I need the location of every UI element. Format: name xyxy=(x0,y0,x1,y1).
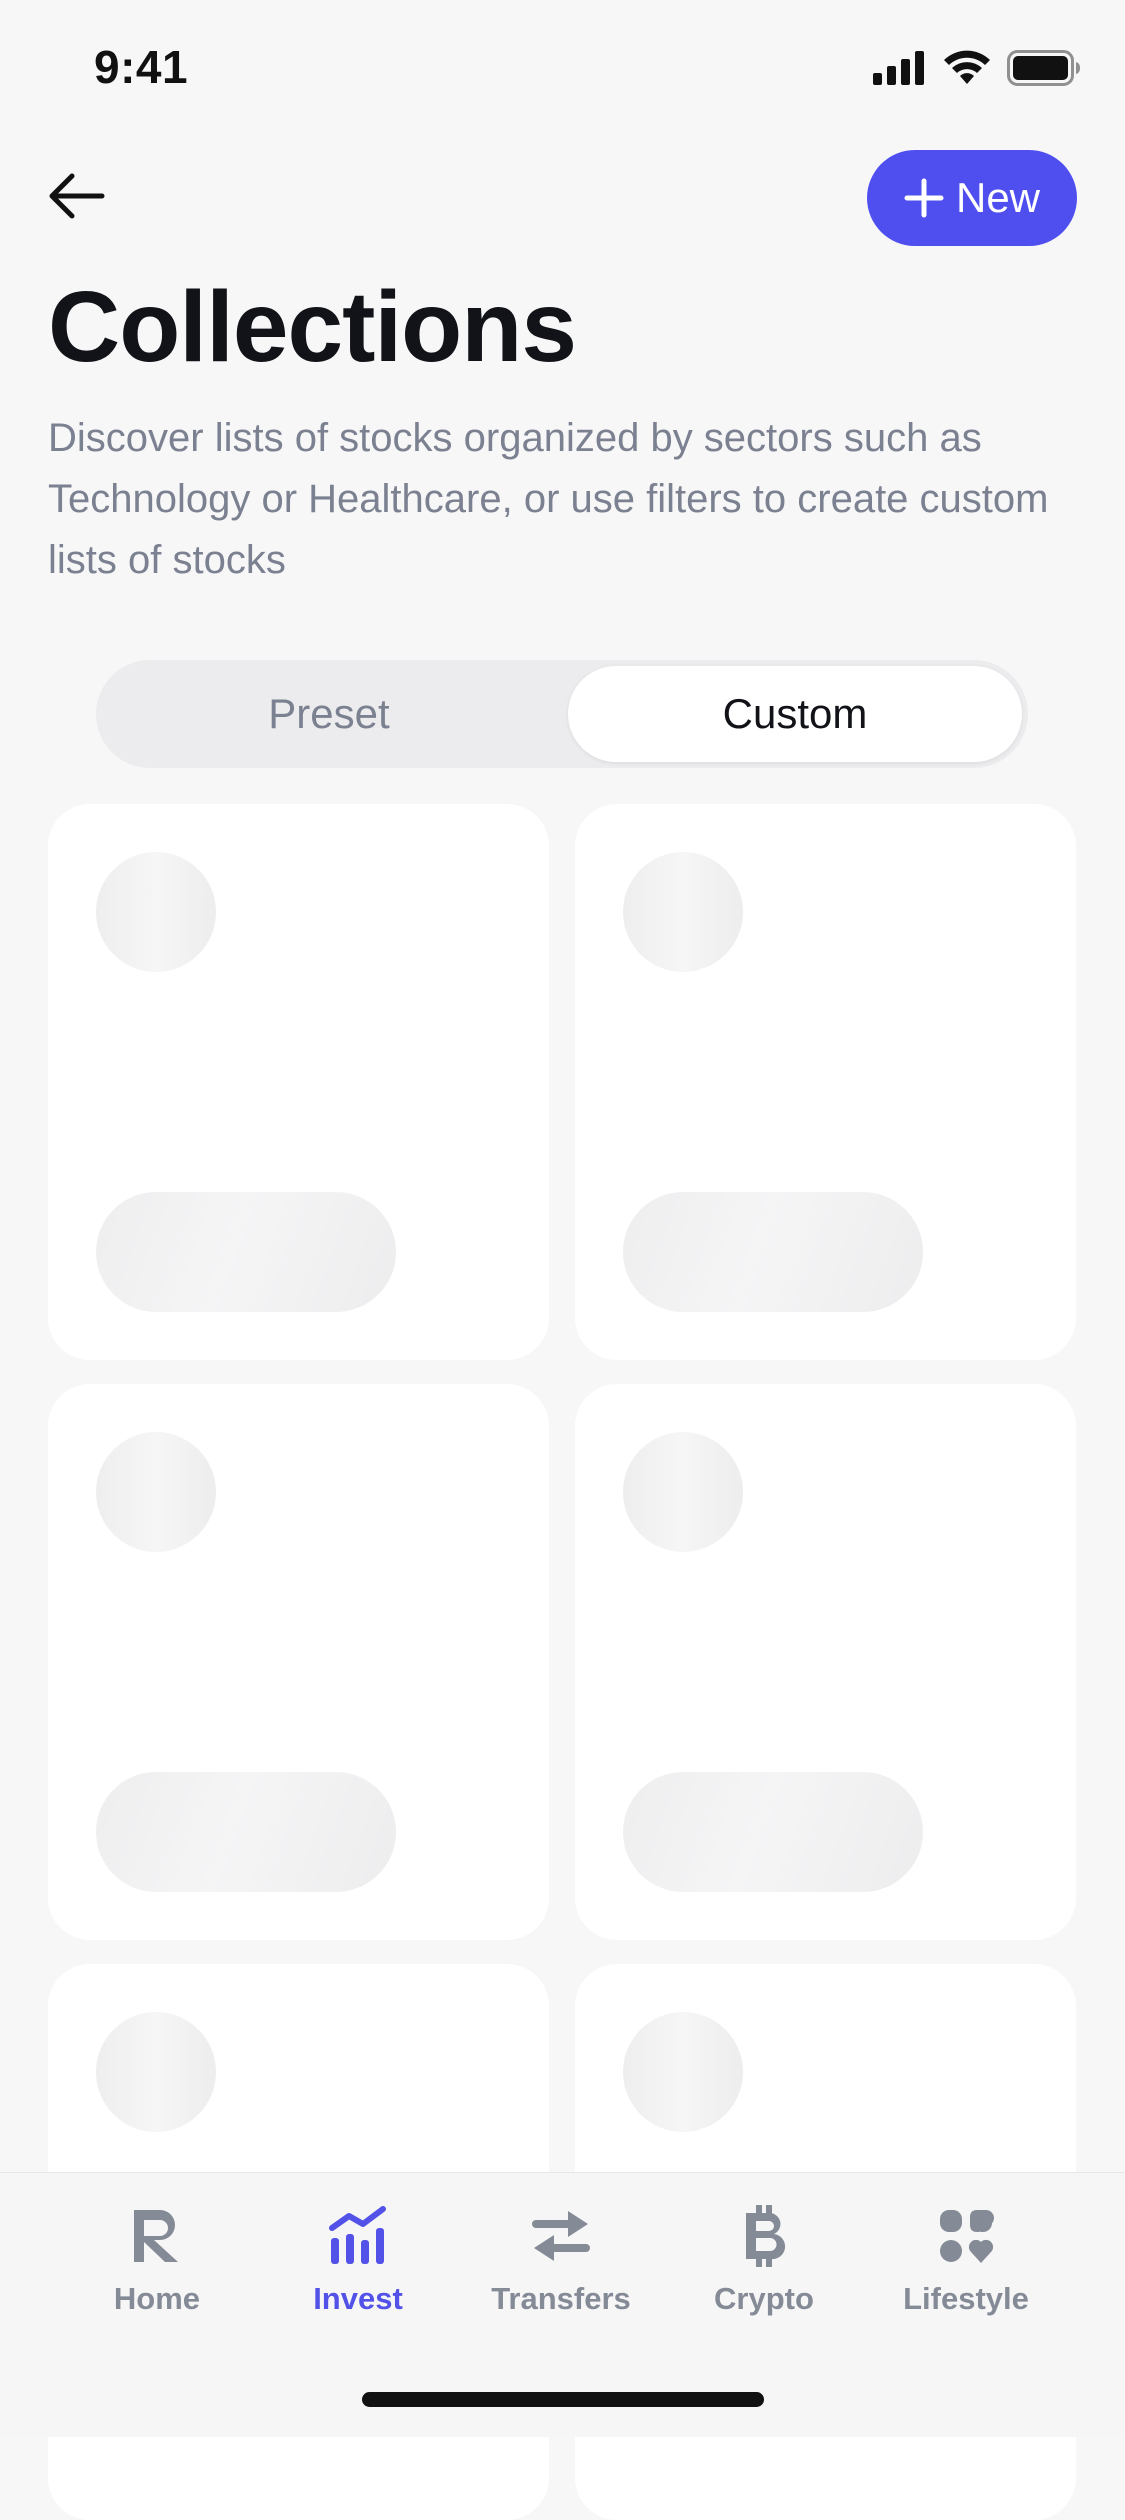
collection-card-placeholder[interactable] xyxy=(575,804,1076,1360)
status-bar: 9:41 xyxy=(0,0,1125,140)
back-button[interactable] xyxy=(40,160,112,232)
home-indicator xyxy=(362,2392,764,2407)
lifestyle-icon xyxy=(940,2209,994,2263)
tab-home[interactable]: Home xyxy=(57,2203,257,2333)
tab-crypto[interactable]: Crypto xyxy=(664,2203,864,2333)
skeleton-label xyxy=(96,1772,396,1892)
status-icons xyxy=(873,46,1081,90)
tab-label: Lifestyle xyxy=(903,2281,1029,2316)
page-title: Collections xyxy=(48,271,577,383)
collection-type-segmented-control: Preset Custom xyxy=(96,660,1028,768)
bitcoin-icon xyxy=(746,2205,786,2267)
chart-bars-icon xyxy=(329,2206,386,2264)
tab-label: Transfers xyxy=(491,2281,631,2316)
collection-card-placeholder[interactable] xyxy=(48,804,549,1360)
tab-lifestyle[interactable]: Lifestyle xyxy=(866,2203,1066,2333)
tab-label: Invest xyxy=(313,2281,403,2316)
segment-preset[interactable]: Preset xyxy=(102,666,556,762)
skeleton-label xyxy=(623,1192,923,1312)
skeleton-avatar xyxy=(623,852,743,972)
battery-icon xyxy=(1007,50,1080,86)
tab-label: Home xyxy=(113,2281,201,2316)
arrow-left-icon xyxy=(49,173,105,219)
collection-card-placeholder[interactable] xyxy=(575,1384,1076,1940)
status-time: 9:41 xyxy=(94,41,189,93)
tab-transfers[interactable]: Transfers xyxy=(461,2203,661,2333)
skeleton-avatar xyxy=(623,1432,743,1552)
skeleton-label xyxy=(623,1772,923,1892)
segment-custom[interactable]: Custom xyxy=(568,666,1022,762)
page-description: Discover lists of stocks organized by se… xyxy=(48,416,1049,582)
arrows-swap-icon xyxy=(532,2211,590,2261)
tab-label: Crypto xyxy=(714,2281,814,2316)
wifi-icon xyxy=(944,50,990,84)
skeleton-label xyxy=(96,1192,396,1312)
cellular-signal-icon xyxy=(873,51,924,85)
plus-icon xyxy=(904,178,944,218)
skeleton-avatar xyxy=(96,2012,216,2132)
tab-invest[interactable]: Invest xyxy=(258,2203,458,2333)
revolut-r-icon xyxy=(134,2210,178,2262)
skeleton-avatar xyxy=(96,1432,216,1552)
skeleton-avatar xyxy=(96,852,216,972)
new-collection-button[interactable]: New xyxy=(867,150,1077,246)
new-button-label: New xyxy=(955,174,1041,221)
skeleton-avatar xyxy=(623,2012,743,2132)
collection-card-placeholder[interactable] xyxy=(48,1384,549,1940)
